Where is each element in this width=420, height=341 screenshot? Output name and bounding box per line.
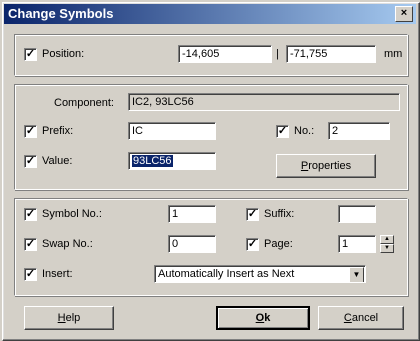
check-icon: ✓ [247, 208, 258, 220]
symbol-no-input[interactable]: 1 [168, 205, 216, 223]
help-button[interactable]: Help [24, 306, 114, 330]
insert-checkbox[interactable]: ✓ [24, 268, 37, 281]
number-label: No.: [294, 125, 315, 137]
ok-button[interactable]: Ok [216, 306, 310, 330]
page-label: Page: [264, 238, 293, 250]
check-icon: ✓ [25, 155, 36, 167]
number-input[interactable]: 2 [328, 122, 390, 140]
check-icon: ✓ [247, 238, 258, 250]
value-selected-text: 93LC56 [132, 155, 173, 167]
swap-no-checkbox[interactable]: ✓ [24, 238, 37, 251]
value-label: Value: [42, 155, 73, 167]
check-icon: ✓ [25, 238, 36, 250]
position-unit: mm [384, 48, 403, 60]
prefix-checkbox[interactable]: ✓ [24, 125, 37, 138]
spin-up-icon[interactable]: ▲ [380, 235, 394, 244]
check-icon: ✓ [25, 125, 36, 137]
prefix-label: Prefix: [42, 125, 74, 137]
check-icon: ✓ [25, 48, 36, 60]
cancel-button[interactable]: Cancel [318, 306, 404, 330]
properties-button[interactable]: Properties [276, 154, 376, 178]
insert-selected-value: Automatically Insert as Next [158, 268, 295, 280]
insert-select[interactable]: Automatically Insert as Next ▼ [154, 265, 366, 283]
suffix-label: Suffix: [264, 208, 295, 220]
page-spinner[interactable]: ▲ ▼ [380, 235, 394, 253]
value-checkbox[interactable]: ✓ [24, 155, 37, 168]
position-label: Position: [42, 48, 85, 60]
swap-no-input[interactable]: 0 [168, 235, 216, 253]
prefix-input[interactable]: IC [128, 122, 216, 140]
dropdown-arrow-icon[interactable]: ▼ [349, 267, 364, 282]
suffix-input[interactable] [338, 205, 376, 223]
close-icon: × [400, 7, 408, 19]
swap-no-label: Swap No.: [42, 238, 93, 250]
symbol-no-label: Symbol No.: [42, 208, 102, 220]
component-field: IC2, 93LC56 [128, 93, 400, 111]
insert-label: Insert: [42, 268, 73, 280]
number-checkbox[interactable]: ✓ [276, 125, 289, 138]
title-bar: Change Symbols × [4, 4, 416, 24]
spin-down-icon[interactable]: ▼ [380, 244, 394, 253]
position-x-input[interactable]: -14,605 [178, 45, 272, 63]
dialog-title: Change Symbols [8, 6, 114, 21]
symbol-no-checkbox[interactable]: ✓ [24, 208, 37, 221]
close-button[interactable]: × [395, 6, 413, 22]
component-label: Component: [54, 97, 114, 109]
check-icon: ✓ [25, 268, 36, 280]
value-input[interactable]: 93LC56 [128, 152, 216, 170]
position-y-input[interactable]: -71,755 [286, 45, 376, 63]
page-input[interactable]: 1 [338, 235, 376, 253]
position-separator: | [276, 48, 279, 60]
suffix-checkbox[interactable]: ✓ [246, 208, 259, 221]
check-icon: ✓ [25, 208, 36, 220]
page-checkbox[interactable]: ✓ [246, 238, 259, 251]
check-icon: ✓ [277, 125, 288, 137]
position-checkbox[interactable]: ✓ [24, 48, 37, 61]
